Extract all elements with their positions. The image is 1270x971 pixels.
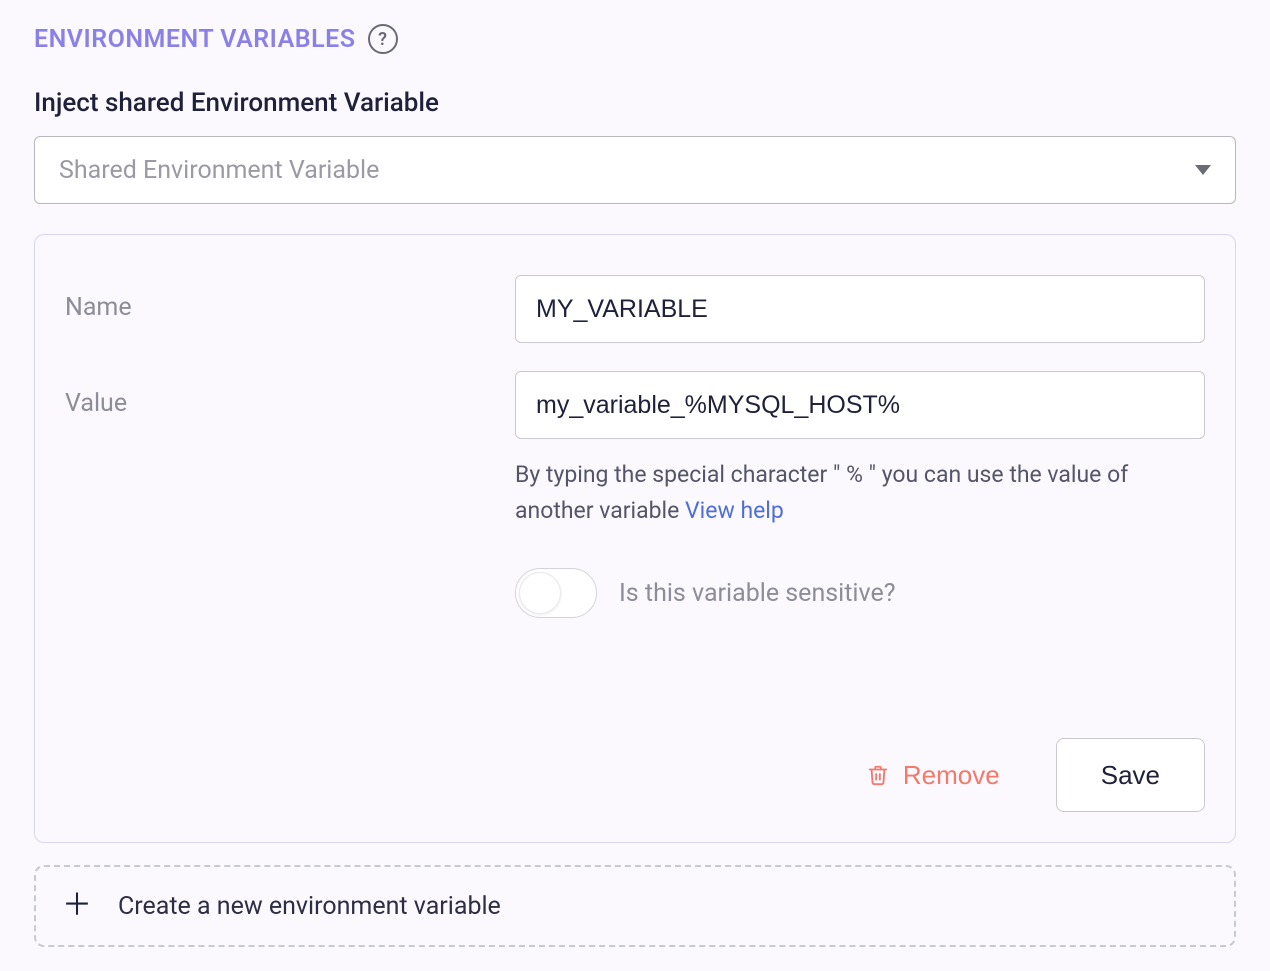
- card-actions: Remove Save: [65, 738, 1205, 812]
- shared-env-select[interactable]: Shared Environment Variable: [34, 136, 1236, 204]
- remove-button[interactable]: Remove: [857, 754, 1010, 797]
- save-button[interactable]: Save: [1056, 738, 1205, 812]
- toggle-knob: [519, 572, 561, 614]
- sensitive-label: Is this variable sensitive?: [619, 579, 896, 608]
- value-hint: By typing the special character " % " yo…: [515, 457, 1205, 528]
- section-header: ENVIRONMENT VARIABLES ?: [34, 24, 1236, 54]
- env-variable-card: Name Value By typing the special charact…: [34, 234, 1236, 843]
- plus-icon: ＋: [62, 891, 92, 921]
- save-label: Save: [1101, 760, 1160, 790]
- value-label: Value: [65, 371, 515, 418]
- remove-label: Remove: [903, 760, 1000, 791]
- value-row: Value By typing the special character " …: [65, 371, 1205, 618]
- value-input[interactable]: [515, 371, 1205, 439]
- sensitive-row: Is this variable sensitive?: [515, 568, 1205, 618]
- name-label: Name: [65, 275, 515, 322]
- sensitive-toggle[interactable]: [515, 568, 597, 618]
- help-icon[interactable]: ?: [368, 24, 398, 54]
- value-control: By typing the special character " % " yo…: [515, 371, 1205, 618]
- chevron-down-icon: [1195, 165, 1211, 175]
- create-env-button[interactable]: ＋ Create a new environment variable: [34, 865, 1236, 947]
- inject-heading: Inject shared Environment Variable: [34, 88, 1236, 118]
- name-input[interactable]: [515, 275, 1205, 343]
- name-control: [515, 275, 1205, 343]
- view-help-link[interactable]: View help: [685, 497, 784, 524]
- question-mark-icon: ?: [378, 29, 387, 50]
- create-label: Create a new environment variable: [118, 892, 501, 921]
- name-row: Name: [65, 275, 1205, 343]
- section-title: ENVIRONMENT VARIABLES: [34, 25, 356, 54]
- hint-text: By typing the special character " % " yo…: [515, 461, 1128, 524]
- select-placeholder: Shared Environment Variable: [59, 156, 379, 185]
- trash-icon: [867, 762, 889, 788]
